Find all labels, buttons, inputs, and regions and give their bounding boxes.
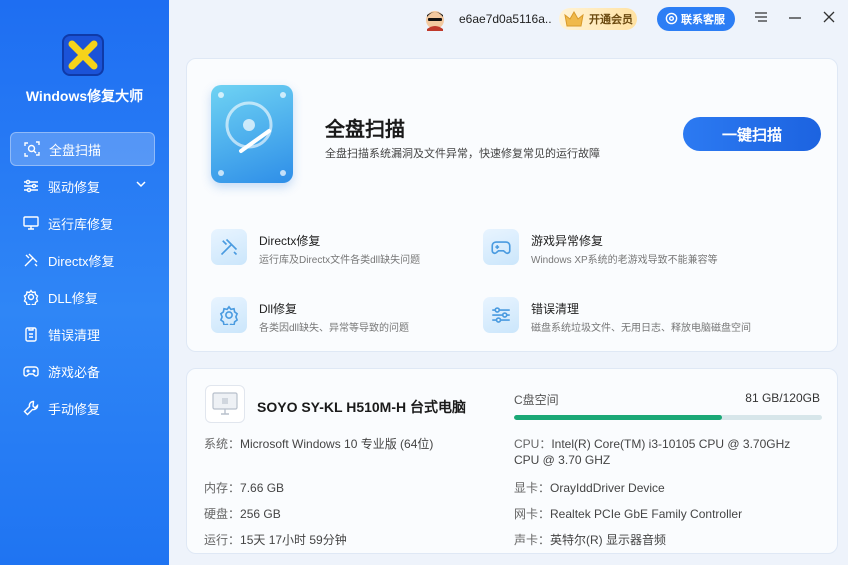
network-value: Realtek PCIe GbE Family Controller bbox=[550, 507, 743, 521]
sliders-icon bbox=[483, 297, 519, 333]
sidebar-item-label: 运行库修复 bbox=[48, 216, 114, 232]
sidebar-item-label: 驱动修复 bbox=[48, 179, 101, 195]
sidebar-item-driver-repair[interactable]: 驱动修复 bbox=[10, 169, 155, 203]
gear-icon bbox=[211, 297, 247, 333]
feature-desc: 磁盘系统垃圾文件、无用日志、释放电脑磁盘空间 bbox=[531, 323, 751, 334]
scan-panel: 全盘扫描 全盘扫描系统漏洞及文件异常，快速修复常见的运行故障 一键扫描 Dire… bbox=[186, 58, 838, 352]
sound-value: 英特尔(R) 显示器音频 bbox=[550, 533, 667, 547]
feature-title: Dll修复 bbox=[259, 302, 297, 316]
cpu-label: CPU： bbox=[514, 437, 552, 451]
sidebar-item-directx-repair[interactable]: Directx修复 bbox=[10, 243, 155, 277]
sound-label: 声卡： bbox=[514, 533, 551, 547]
sidebar-item-game-essentials[interactable]: 游戏必备 bbox=[10, 354, 155, 388]
disk-label: 硬盘： bbox=[204, 507, 241, 521]
support-button[interactable]: 联系客服 bbox=[657, 7, 735, 31]
app-logo-icon bbox=[62, 34, 104, 76]
scan-description: 全盘扫描系统漏洞及文件异常，快速修复常见的运行故障 bbox=[325, 148, 600, 160]
memory-value: 7.66 GB bbox=[240, 481, 285, 495]
uptime-value: 15天 17小时 59分钟 bbox=[240, 533, 347, 547]
cpu-info-line2: CPU @ 3.70 GHZ bbox=[514, 453, 610, 467]
headset-icon bbox=[665, 12, 678, 28]
vip-label: 开通会员 bbox=[589, 14, 633, 26]
tools-icon bbox=[211, 229, 247, 265]
gamepad-icon bbox=[22, 362, 40, 380]
gear-icon bbox=[22, 288, 40, 306]
sidebar-item-label: 全盘扫描 bbox=[49, 142, 102, 158]
gamepad-icon bbox=[483, 229, 519, 265]
memory-label: 内存： bbox=[204, 481, 241, 495]
feature-desc: 运行库及Directx文件各类dll缺失问题 bbox=[259, 255, 421, 266]
computer-icon bbox=[205, 385, 245, 423]
one-click-scan-button[interactable]: 一键扫描 bbox=[683, 117, 821, 151]
menu-icon[interactable] bbox=[753, 9, 769, 25]
network-label: 网卡： bbox=[514, 507, 551, 521]
avatar[interactable] bbox=[425, 9, 445, 31]
sidebar-item-runtime-repair[interactable]: 运行库修复 bbox=[10, 206, 155, 240]
disk-value: 256 GB bbox=[240, 507, 281, 521]
gpu-label: 显卡： bbox=[514, 481, 551, 495]
cpu-info: CPU：Intel(R) Core(TM) i3-10105 CPU @ 3.7… bbox=[514, 435, 790, 452]
sidebar-item-label: Directx修复 bbox=[48, 253, 115, 269]
minimize-icon[interactable] bbox=[787, 9, 803, 25]
cpu-value: Intel(R) Core(TM) i3-10105 CPU @ 3.70GHz bbox=[551, 437, 791, 451]
network-info: 网卡：Realtek PCIe GbE Family Controller bbox=[514, 505, 742, 522]
uptime-info: 运行：15天 17小时 59分钟 bbox=[204, 531, 347, 548]
cpu-value-line2: CPU @ 3.70 GHZ bbox=[514, 453, 611, 467]
feature-game-repair[interactable]: 游戏异常修复 Windows XP系统的老游戏导致不能兼容等 bbox=[483, 229, 763, 269]
sidebar-item-error-cleanup[interactable]: 错误清理 bbox=[10, 317, 155, 351]
feature-title: 游戏异常修复 bbox=[531, 234, 604, 248]
feature-error-cleanup[interactable]: 错误清理 磁盘系统垃圾文件、无用日志、释放电脑磁盘空间 bbox=[483, 297, 763, 337]
feature-desc: 各类因dll缺失、异常等导致的问题 bbox=[259, 323, 410, 334]
c-drive-value: 81 GB/120GB bbox=[745, 391, 820, 405]
gpu-value: OrayIddDriver Device bbox=[550, 481, 665, 495]
feature-dll-repair[interactable]: Dll修复 各类因dll缺失、异常等导致的问题 bbox=[211, 297, 491, 337]
feature-title: Directx修复 bbox=[259, 234, 321, 248]
uptime-label: 运行： bbox=[204, 533, 241, 547]
scan-icon bbox=[23, 140, 41, 158]
os-info: 系统：Microsoft Windows 10 专业版 (64位) bbox=[204, 435, 433, 452]
support-label: 联系客服 bbox=[681, 14, 725, 26]
monitor-icon bbox=[22, 214, 40, 232]
pc-name: SOYO SY-KL H510M-H 台式电脑 bbox=[257, 399, 467, 415]
crown-icon bbox=[563, 10, 585, 31]
feature-directx-repair[interactable]: Directx修复 运行库及Directx文件各类dll缺失问题 bbox=[211, 229, 491, 269]
title-bar: e6ae7d0a5116a.. 开通会员 联系客服 bbox=[169, 0, 848, 40]
chevron-down-icon bbox=[135, 178, 147, 193]
sidebar-item-label: 错误清理 bbox=[48, 327, 101, 343]
vip-button[interactable]: 开通会员 bbox=[559, 8, 637, 30]
sidebar-item-label: 游戏必备 bbox=[48, 364, 101, 380]
disk-info: 硬盘：256 GB bbox=[204, 505, 281, 522]
memory-info: 内存：7.66 GB bbox=[204, 479, 284, 496]
tools-icon bbox=[22, 251, 40, 269]
sidebar: Windows修复大师 全盘扫描 驱动修复 运行库修复 Directx修复 DL… bbox=[0, 0, 169, 565]
feature-title: 错误清理 bbox=[531, 302, 580, 316]
sidebar-nav: 全盘扫描 驱动修复 运行库修复 Directx修复 DLL修复 错误清理 游戏必… bbox=[10, 132, 155, 428]
gpu-info: 显卡：OrayIddDriver Device bbox=[514, 479, 665, 496]
username[interactable]: e6ae7d0a5116a.. bbox=[459, 12, 552, 26]
sidebar-item-label: DLL修复 bbox=[48, 290, 98, 306]
sidebar-item-dll-repair[interactable]: DLL修复 bbox=[10, 280, 155, 314]
c-drive-label: C盘空间 bbox=[514, 393, 559, 407]
os-value: Microsoft Windows 10 专业版 (64位) bbox=[240, 437, 434, 451]
sidebar-item-full-scan[interactable]: 全盘扫描 bbox=[10, 132, 155, 166]
hard-drive-icon bbox=[211, 85, 293, 183]
c-drive-usage-fill bbox=[514, 415, 722, 420]
pc-info-panel: SOYO SY-KL H510M-H 台式电脑 系统：Microsoft Win… bbox=[186, 368, 838, 554]
c-drive-usage-bar bbox=[514, 415, 822, 420]
sidebar-item-manual-repair[interactable]: 手动修复 bbox=[10, 391, 155, 425]
feature-desc: Windows XP系统的老游戏导致不能兼容等 bbox=[531, 255, 718, 266]
app-title: Windows修复大师 bbox=[25, 88, 144, 104]
sliders-icon bbox=[22, 177, 40, 195]
close-icon[interactable] bbox=[821, 9, 837, 25]
os-label: 系统： bbox=[204, 437, 241, 451]
scan-title: 全盘扫描 bbox=[325, 119, 405, 141]
sidebar-item-label: 手动修复 bbox=[48, 401, 101, 417]
wrench-icon bbox=[22, 399, 40, 417]
clipboard-icon bbox=[22, 325, 40, 343]
sound-info: 声卡：英特尔(R) 显示器音频 bbox=[514, 531, 666, 548]
